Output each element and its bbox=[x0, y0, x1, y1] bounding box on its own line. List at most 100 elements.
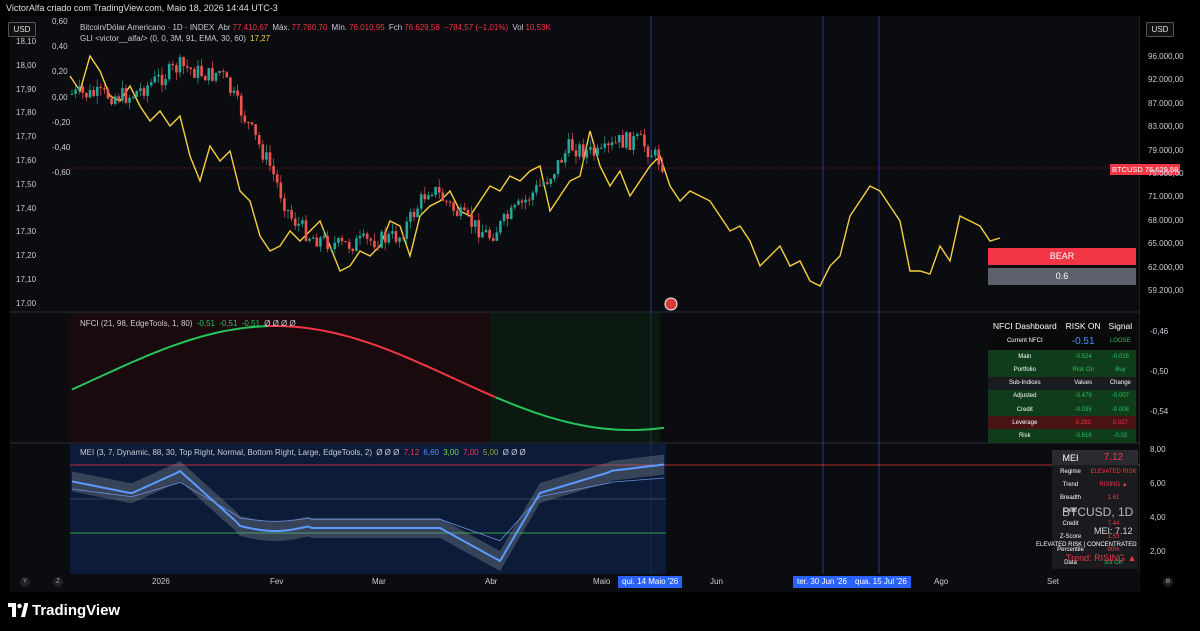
nfci-v2: -0,51 bbox=[219, 319, 238, 328]
candle-body bbox=[344, 241, 347, 243]
candle-body bbox=[319, 237, 322, 247]
candle-body bbox=[85, 92, 88, 98]
candle-body bbox=[257, 135, 261, 145]
candle-body bbox=[466, 209, 470, 214]
candle-body bbox=[329, 249, 333, 251]
candle-body bbox=[625, 132, 628, 148]
left-axis-label: 17,40 bbox=[16, 203, 37, 213]
candle-body bbox=[95, 86, 99, 96]
candle-body bbox=[653, 149, 657, 156]
candle-body bbox=[358, 235, 362, 239]
candle-body bbox=[632, 136, 635, 150]
axis-button-y[interactable]: Y bbox=[20, 577, 30, 587]
nfci-legend-text: NFCI (21, 98, EdgeTools, 1, 80) bbox=[80, 319, 193, 328]
candle-body bbox=[481, 232, 484, 238]
settings-gear-icon[interactable]: ⚙ bbox=[1163, 577, 1173, 587]
gli-legend-value: 17,27 bbox=[250, 34, 271, 43]
gli-line bbox=[69, 54, 1001, 287]
candle-body bbox=[495, 232, 499, 241]
candle-body bbox=[560, 160, 563, 163]
right-axis-label: 62.000,00 bbox=[1148, 262, 1184, 272]
candle-body bbox=[434, 186, 437, 195]
currency-left[interactable]: USD bbox=[8, 22, 36, 37]
candle-body bbox=[193, 69, 196, 78]
signal-value-box: 0.6 bbox=[988, 268, 1136, 285]
mei-legend: MEI (3, 7, Dynamic, 88, 30, Top Right, N… bbox=[80, 448, 528, 457]
candle-body bbox=[398, 237, 401, 242]
candle-body bbox=[200, 65, 203, 77]
candle-body bbox=[106, 89, 110, 99]
nfci-row-label: Sub-Indices bbox=[1008, 380, 1041, 387]
candle-body bbox=[369, 238, 373, 241]
nfci-axis-label: -0,54 bbox=[1150, 407, 1169, 416]
nfci-row-label: Main bbox=[1018, 353, 1032, 360]
time-axis[interactable] bbox=[10, 574, 1140, 590]
nfci-row-label: Risk bbox=[1018, 432, 1031, 439]
candle-body bbox=[265, 152, 268, 160]
candle-body bbox=[459, 207, 463, 217]
candle-body bbox=[578, 144, 581, 157]
candle-body bbox=[628, 132, 632, 150]
candle-body bbox=[603, 143, 607, 148]
nfci-current-label: Current NFCI bbox=[1006, 338, 1043, 345]
candle-body bbox=[635, 134, 639, 137]
chart-area[interactable] bbox=[10, 16, 1140, 596]
candle-body bbox=[394, 231, 398, 242]
nfci-row-value: -0.479 bbox=[1074, 393, 1092, 400]
candle-body bbox=[355, 238, 358, 252]
candle-body bbox=[599, 147, 603, 149]
time-label: 2026 bbox=[152, 577, 170, 586]
mei-row-value: RISING ▲ bbox=[1099, 481, 1128, 488]
time-label: Fev bbox=[270, 577, 284, 586]
right-axis-label: 92.000,00 bbox=[1148, 75, 1184, 85]
candle-body bbox=[499, 221, 502, 233]
nfci-current-value: -0.51 bbox=[1071, 335, 1095, 347]
candle-body bbox=[650, 155, 653, 158]
candle-body bbox=[441, 192, 445, 201]
nfci-row-change: Buy bbox=[1115, 366, 1126, 373]
candle-body bbox=[293, 218, 297, 226]
candle-body bbox=[247, 122, 250, 124]
candle-body bbox=[527, 199, 531, 201]
crosshair-date-tag: qui. 14 Maio '26 bbox=[618, 576, 683, 588]
abr-value: 77.410,67 bbox=[232, 23, 269, 32]
candle-body bbox=[142, 88, 146, 96]
candle-body bbox=[405, 221, 409, 239]
mei-v2: 6,60 bbox=[423, 448, 439, 457]
axis-button-z[interactable]: Z bbox=[53, 577, 63, 587]
nfci-red-zone bbox=[70, 313, 490, 443]
currency-right[interactable]: USD bbox=[1146, 22, 1174, 37]
candle-body bbox=[455, 210, 459, 217]
candle-body bbox=[412, 211, 416, 218]
candle-body bbox=[311, 237, 315, 239]
right-axis-label: 65.000,00 bbox=[1148, 239, 1184, 249]
left-axis-inner-label: 0,40 bbox=[52, 42, 68, 52]
candle-body bbox=[610, 142, 614, 146]
candle-body bbox=[567, 139, 571, 154]
candle-body bbox=[657, 149, 661, 165]
candle-body bbox=[77, 86, 81, 90]
candle-body bbox=[239, 95, 243, 116]
mei-overlay-regime: ELEVATED RISK | CONCENTRATED bbox=[1036, 542, 1137, 548]
candle-body bbox=[221, 70, 225, 73]
nfci-axis-label: -0,50 bbox=[1150, 367, 1169, 376]
candle-body bbox=[484, 229, 488, 233]
candle-body bbox=[524, 199, 527, 203]
candle-body bbox=[427, 195, 430, 200]
time-label: Abr bbox=[485, 577, 498, 586]
candle-body bbox=[272, 165, 275, 175]
btc-tag-label: BTCUSD bbox=[1112, 165, 1143, 174]
candle-body bbox=[538, 185, 542, 187]
candle-body bbox=[477, 220, 481, 238]
nfci-header-risk: RISK ON bbox=[1061, 319, 1105, 333]
candle-body bbox=[362, 233, 365, 236]
nfci-row-value: -0.616 bbox=[1074, 432, 1092, 439]
chart-canvas[interactable] bbox=[10, 16, 1140, 596]
candle-body bbox=[175, 65, 178, 73]
candle-body bbox=[250, 122, 254, 125]
vol-label: Vol bbox=[512, 23, 524, 32]
candle-body bbox=[463, 207, 466, 210]
candle-body bbox=[128, 97, 131, 103]
right-axis-label: 79.000,00 bbox=[1148, 145, 1184, 155]
candle-body bbox=[423, 194, 427, 200]
